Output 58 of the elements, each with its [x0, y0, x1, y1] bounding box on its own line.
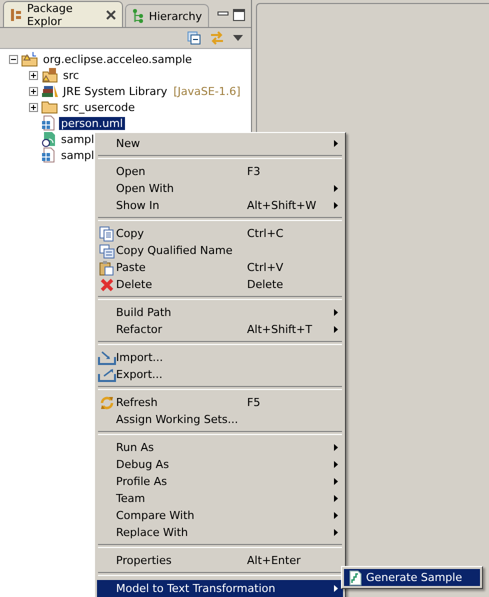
- tree-item[interactable]: org.eclipse.acceleo.sample: [41, 52, 194, 66]
- expand-toggle[interactable]: [29, 70, 38, 80]
- menu-item[interactable]: Build Path: [97, 304, 343, 321]
- view-tab[interactable]: Hierarchy: [124, 4, 209, 27]
- menu-item[interactable]: Refresh F5: [97, 394, 343, 411]
- menu-item[interactable]: Run As: [97, 439, 343, 456]
- tree-item[interactable]: sampl: [59, 148, 96, 162]
- menu-item[interactable]: Generate Sample: [344, 569, 480, 586]
- tree-icon: [132, 9, 144, 23]
- tree-item[interactable]: src_usercode: [61, 100, 137, 114]
- file-icon: [41, 147, 57, 163]
- tree-item[interactable]: JRE System Library: [61, 84, 170, 98]
- menu-item[interactable]: Paste Ctrl+V: [97, 259, 343, 276]
- menu-item[interactable]: Show In Alt+Shift+W: [97, 197, 343, 214]
- menu-item[interactable]: Properties Alt+Enter: [97, 552, 343, 569]
- export-icon: [98, 368, 116, 382]
- books-icon: [41, 83, 59, 99]
- paste-icon: [98, 260, 114, 276]
- project-folder-icon: [21, 51, 39, 67]
- package-icon: [10, 8, 22, 22]
- menu-item[interactable]: Model to Text Transformation: [97, 580, 343, 597]
- expand-toggle[interactable]: [29, 86, 38, 96]
- tree-item[interactable]: src: [61, 68, 82, 82]
- menu-item[interactable]: Replace With: [97, 524, 343, 541]
- maximize-icon[interactable]: [233, 9, 245, 21]
- expand-toggle[interactable]: [29, 102, 38, 112]
- folder-icon: [41, 99, 59, 115]
- close-icon[interactable]: [106, 10, 116, 20]
- menu-item[interactable]: Open F3: [97, 163, 343, 180]
- menu-item[interactable]: Export...: [97, 366, 343, 383]
- menu-item[interactable]: Debug As: [97, 456, 343, 473]
- collapse-all-icon[interactable]: [187, 31, 201, 45]
- package-folder-icon: [41, 67, 59, 83]
- menu-item[interactable]: Assign Working Sets...: [97, 411, 343, 428]
- menu-item[interactable]: Open With: [97, 180, 343, 197]
- file-icon: [347, 570, 363, 586]
- file-icon: [41, 131, 57, 147]
- tree-item[interactable]: sampl: [59, 132, 96, 146]
- menu-item[interactable]: New: [97, 135, 343, 152]
- menu-item[interactable]: Compare With: [97, 507, 343, 524]
- menu-item[interactable]: Delete Delete: [97, 276, 343, 293]
- menu-item[interactable]: Import...: [97, 349, 343, 366]
- library-version: [JavaSE-1.6]: [173, 84, 241, 98]
- collapse-toggle[interactable]: [9, 54, 18, 64]
- delete-icon: [98, 276, 114, 292]
- import-icon: [98, 350, 116, 364]
- menu-item[interactable]: Team: [97, 490, 343, 507]
- refresh-icon: [98, 394, 114, 410]
- menu-item[interactable]: Copy Qualified Name: [97, 242, 343, 259]
- copy-icon: [98, 242, 114, 258]
- copy-icon: [98, 226, 114, 242]
- file-icon: [41, 115, 57, 131]
- view-menu-icon[interactable]: [233, 34, 243, 42]
- menu-item[interactable]: Refactor Alt+Shift+T: [97, 321, 343, 338]
- menu-item[interactable]: Copy Ctrl+C: [97, 225, 343, 242]
- menu-item[interactable]: Profile As: [97, 473, 343, 490]
- view-tab[interactable]: Package Explor: [3, 1, 123, 27]
- tree-item[interactable]: person.uml: [59, 116, 125, 130]
